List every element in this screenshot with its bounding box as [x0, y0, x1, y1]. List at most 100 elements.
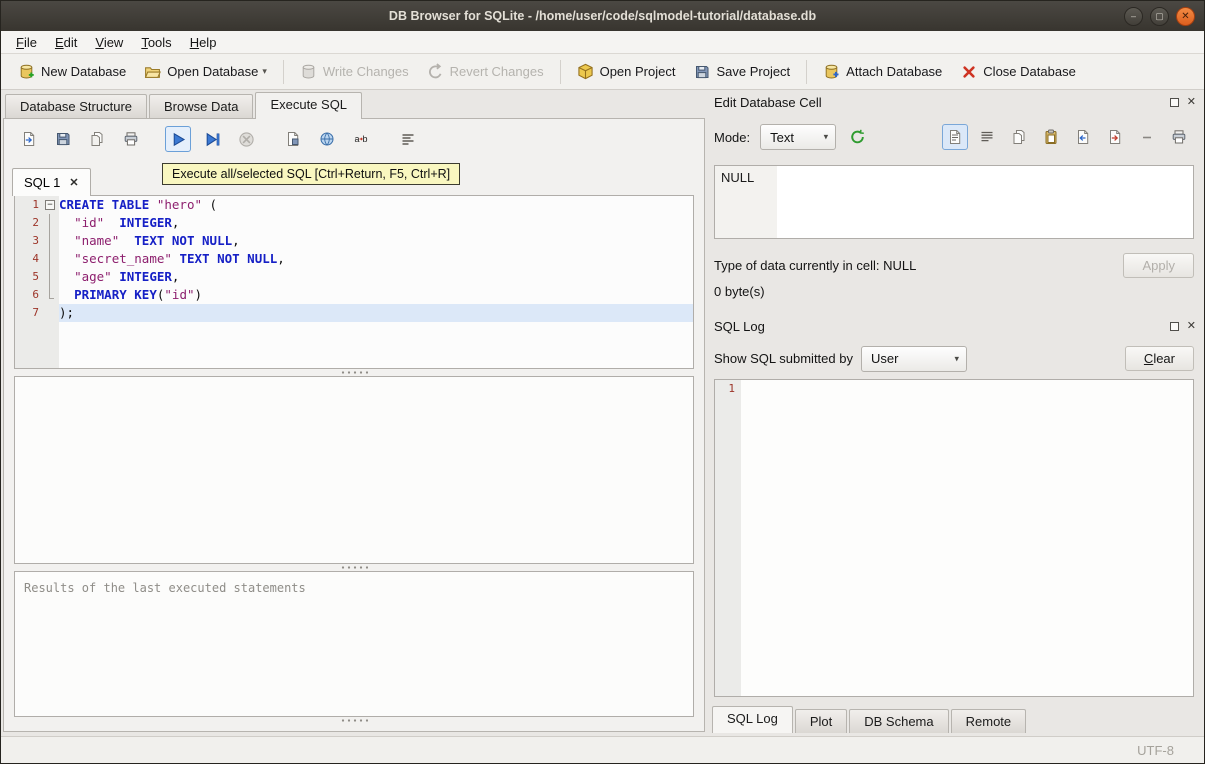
- import-cell-button[interactable]: [1070, 124, 1096, 150]
- format-sql-button[interactable]: ab: [348, 126, 374, 152]
- svg-text:a: a: [355, 134, 360, 144]
- save-sql-as-button[interactable]: [84, 126, 110, 152]
- fold-guide: [43, 232, 59, 250]
- editor-line: 2 "id" INTEGER,: [15, 214, 693, 232]
- results-grid-pane[interactable]: [14, 376, 694, 564]
- splitter-dots-icon: [340, 371, 368, 374]
- save-sql-file-icon: [55, 131, 72, 148]
- open-sql-file-button[interactable]: [16, 126, 42, 152]
- line-number: 6: [32, 288, 39, 301]
- menu-tools[interactable]: Tools: [132, 32, 180, 53]
- paste-cell-button[interactable]: [1038, 124, 1064, 150]
- status-bar: UTF-8: [1, 736, 1204, 763]
- revert-changes-icon: [427, 63, 444, 80]
- code-text: "id" INTEGER,: [74, 215, 180, 230]
- menu-view[interactable]: View: [86, 32, 132, 53]
- tab-plot[interactable]: Plot: [794, 709, 848, 733]
- menu-help[interactable]: Help: [181, 32, 226, 53]
- copy-cell-button[interactable]: [1006, 124, 1032, 150]
- fold-guide: [43, 268, 59, 286]
- print-icon: [1171, 129, 1188, 146]
- line-number: 4: [32, 252, 39, 265]
- close-tab-icon[interactable]: ✕: [69, 176, 78, 189]
- cell-info-row: Type of data currently in cell: NULL App…: [714, 253, 1194, 278]
- main-toolbar: New Database Open Database ▾ Write Changes R…: [1, 54, 1204, 90]
- set-null-button[interactable]: [1134, 124, 1160, 150]
- tab-execute-sql[interactable]: Execute SQL: [255, 92, 363, 119]
- editor-line: 1− CREATE TABLE "hero" (: [15, 196, 693, 214]
- edit-cell-dock-icons: ✕: [1169, 96, 1196, 108]
- tab-sql-1[interactable]: SQL 1 ✕: [12, 168, 91, 196]
- splitter-handle[interactable]: [4, 369, 704, 376]
- toolbar-button-label: Open Project: [599, 64, 676, 79]
- tab-browse-data[interactable]: Browse Data: [149, 94, 254, 118]
- tab-sql-log[interactable]: SQL Log: [712, 706, 793, 733]
- close-panel-icon[interactable]: ✕: [1187, 96, 1196, 108]
- splitter-handle[interactable]: [4, 717, 704, 724]
- sql-editor[interactable]: 1− CREATE TABLE "hero" (2 "id" INTEGER, 3 …: [14, 195, 694, 369]
- log-filter-value: User: [870, 351, 899, 366]
- toolbar-button-label: Write Changes: [322, 64, 409, 79]
- tab-db-schema[interactable]: DB Schema: [849, 709, 949, 733]
- print-cell-button[interactable]: [1166, 124, 1192, 150]
- cell-editor-area[interactable]: [777, 166, 1193, 238]
- align-icon: [400, 131, 417, 148]
- browse-table-button[interactable]: [314, 126, 340, 152]
- execute-current-line-button[interactable]: [199, 126, 225, 152]
- auto-update-button[interactable]: [844, 124, 870, 150]
- word-wrap-button[interactable]: [395, 126, 421, 152]
- attach-database-button[interactable]: Attach Database: [814, 58, 951, 85]
- fold-marker-icon[interactable]: −: [43, 196, 59, 214]
- splitter-dots-icon: [340, 719, 368, 722]
- editor-line: 7);: [15, 304, 693, 322]
- export-cell-button[interactable]: [1102, 124, 1128, 150]
- execute-all-button[interactable]: [165, 126, 191, 152]
- toolbar-button-label: Attach Database: [846, 64, 943, 79]
- close-button[interactable]: ✕: [1176, 6, 1195, 26]
- menu-file[interactable]: File: [7, 32, 46, 53]
- new-database-button[interactable]: New Database: [9, 58, 135, 85]
- main-tab-bar: Database Structure Browse Data Execute SQL: [3, 91, 705, 119]
- mode-select[interactable]: Text: [760, 124, 837, 150]
- save-project-button[interactable]: Save Project: [684, 58, 799, 85]
- word-wrap-cell-button[interactable]: [974, 124, 1000, 150]
- log-filter-select[interactable]: User: [860, 345, 967, 372]
- copy-icon: [1011, 129, 1028, 146]
- close-panel-icon[interactable]: ✕: [1187, 320, 1196, 332]
- sql-log-area[interactable]: 1: [714, 379, 1194, 697]
- tab-remote[interactable]: Remote: [950, 709, 1027, 733]
- attach-database-icon: [823, 63, 840, 80]
- results-message-pane[interactable]: Results of the last executed statements: [14, 571, 694, 717]
- execute-line-icon: [204, 131, 221, 148]
- import-icon: [1075, 129, 1092, 146]
- menu-edit[interactable]: Edit: [46, 32, 86, 53]
- text-view-button[interactable]: [942, 124, 968, 150]
- float-panel-icon[interactable]: [1169, 97, 1179, 107]
- line-number: 3: [32, 234, 39, 247]
- minimize-button[interactable]: –: [1124, 6, 1143, 26]
- print-sql-button[interactable]: [118, 126, 144, 152]
- log-filter-label: Show SQL submitted by: [714, 351, 853, 366]
- globe-icon: [319, 131, 336, 148]
- save-results-button[interactable]: [280, 126, 306, 152]
- open-database-dropdown-icon[interactable]: ▾: [262, 66, 267, 77]
- save-sql-as-icon: [89, 131, 106, 148]
- save-sql-file-button[interactable]: [50, 126, 76, 152]
- float-panel-icon[interactable]: [1169, 321, 1179, 331]
- cell-editor[interactable]: NULL: [714, 165, 1194, 239]
- fold-guide: [43, 286, 59, 304]
- open-project-button[interactable]: Open Project: [568, 58, 685, 85]
- splitter-handle[interactable]: [4, 564, 704, 571]
- close-database-button[interactable]: Close Database: [951, 58, 1085, 85]
- open-database-icon: [144, 63, 162, 80]
- auto-update-icon: [849, 129, 866, 146]
- line-number: 5: [32, 270, 39, 283]
- clear-log-button[interactable]: Clear: [1124, 346, 1194, 371]
- svg-text:b: b: [363, 134, 368, 144]
- sql-toolbar: ab: [4, 119, 704, 159]
- maximize-button[interactable]: ▢: [1150, 6, 1169, 26]
- open-database-button[interactable]: Open Database ▾: [135, 58, 276, 85]
- tab-database-structure[interactable]: Database Structure: [5, 94, 148, 118]
- execute-tooltip: Execute all/selected SQL [Ctrl+Return, F…: [162, 163, 461, 185]
- format-icon: ab: [353, 131, 370, 148]
